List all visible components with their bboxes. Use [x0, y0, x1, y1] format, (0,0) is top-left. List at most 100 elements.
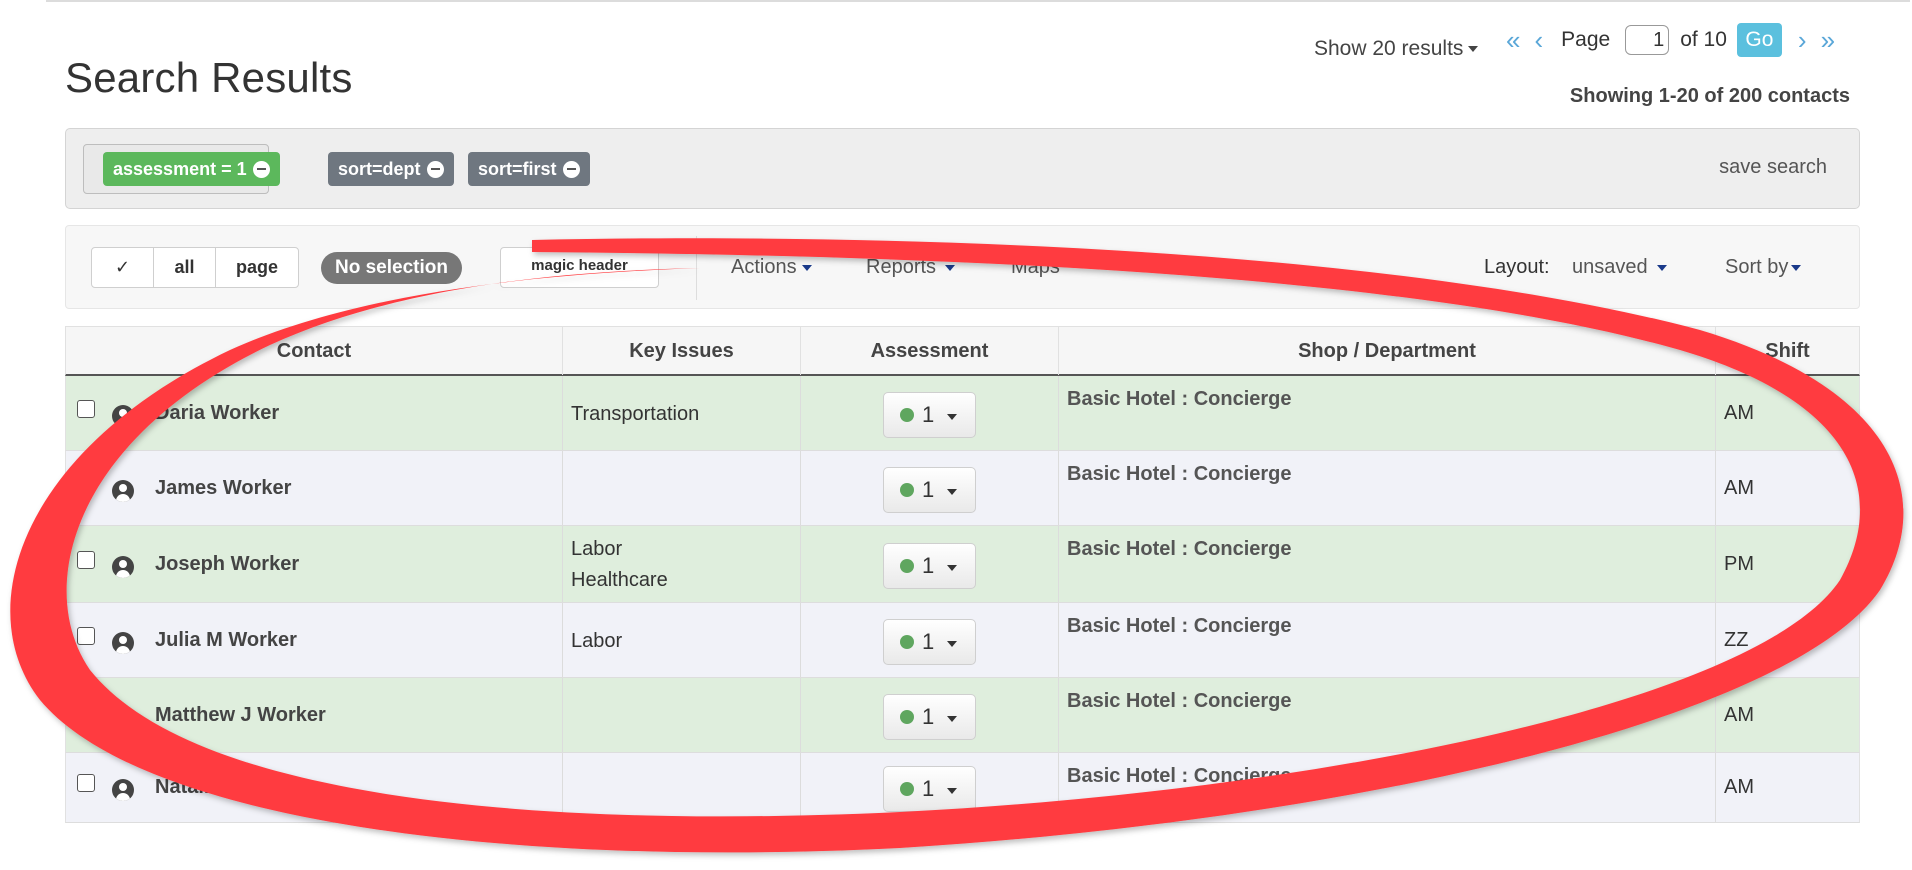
column-header-key-issues[interactable]: Key Issues	[563, 327, 801, 375]
cell-contact: Natalie A	[66, 753, 563, 822]
assessment-value: 1	[922, 402, 935, 427]
row-checkbox[interactable]	[77, 702, 95, 720]
row-checkbox[interactable]	[77, 400, 95, 418]
results-summary: Showing 1-20 of 200 contacts	[1569, 85, 1850, 107]
filter-bar: assessment = 1 sort=dept sort=first save…	[65, 128, 1860, 209]
last-page-icon[interactable]: »	[1821, 27, 1835, 53]
key-issue: Healthcare	[571, 569, 668, 591]
cell-assessment: 1	[801, 753, 1059, 822]
first-page-icon[interactable]: «	[1506, 27, 1520, 53]
shift-value: PM	[1724, 553, 1754, 575]
table-body: Daria Worker Transportation 1 Basic Hotel :…	[65, 376, 1860, 823]
select-page-button[interactable]: page	[216, 248, 298, 287]
select-check-button[interactable]: ✓	[92, 248, 154, 287]
assessment-dropdown[interactable]: 1	[883, 694, 976, 740]
table-row[interactable]: James Worker 1 Basic Hotel : Concierge AM	[65, 451, 1860, 526]
row-checkbox[interactable]	[77, 774, 95, 792]
filter-tag-label: sort=first	[478, 158, 557, 179]
contact-name-link[interactable]: Matthew J Worker	[155, 704, 326, 727]
column-header-shop-department[interactable]: Shop / Department	[1059, 327, 1716, 375]
contact-name-link[interactable]: Julia M Worker	[155, 629, 297, 652]
cell-shop-department: Basic Hotel : Concierge	[1059, 678, 1716, 752]
cell-assessment: 1	[801, 678, 1059, 752]
assessment-dropdown[interactable]: 1	[883, 543, 976, 589]
column-header-shift[interactable]: Shift	[1716, 327, 1859, 375]
table-row[interactable]: Natalie A 1 Basic Hotel : Concierge AM	[65, 753, 1860, 823]
department-name: Basic Hotel : Concierge	[1067, 388, 1292, 410]
actions-menu[interactable]: Actions	[731, 256, 812, 279]
table-row[interactable]: Matthew J Worker 1 Basic Hotel : Concierge…	[65, 678, 1860, 753]
remove-filter-icon[interactable]	[426, 160, 444, 178]
filter-tag-assessment[interactable]: assessment = 1	[103, 152, 280, 186]
chevron-down-icon	[947, 413, 958, 420]
chevron-down-icon	[1468, 46, 1479, 53]
contact-name-link[interactable]: Joseph Worker	[155, 553, 299, 576]
table-row[interactable]: Joseph Worker Labor Healthcare 1 Basic Hotel…	[65, 526, 1860, 603]
previous-page-icon[interactable]: ‹	[1534, 27, 1543, 53]
assessment-value: 1	[922, 776, 935, 801]
table-row[interactable]: Julia M Worker Labor 1 Basic Hotel : Concie…	[65, 603, 1860, 678]
show-results-dropdown[interactable]: Show 20 results	[1314, 37, 1479, 61]
key-issue: Labor	[571, 538, 623, 560]
page-label: Page	[1561, 28, 1611, 51]
toolbar-divider	[696, 236, 697, 300]
layout-dropdown[interactable]: unsaved	[1572, 256, 1667, 279]
contact-name-link[interactable]: Natalie A	[155, 776, 240, 799]
column-header-assessment[interactable]: Assessment	[801, 327, 1059, 375]
filter-tag-sort-first[interactable]: sort=first	[468, 152, 590, 186]
maps-menu[interactable]: Maps	[1011, 256, 1060, 279]
assessment-dropdown[interactable]: 1	[883, 619, 976, 665]
cell-contact: James Worker	[66, 451, 563, 525]
status-dot-icon	[900, 483, 914, 497]
status-dot-icon	[900, 408, 914, 422]
contact-name-link[interactable]: Daria Worker	[155, 402, 279, 425]
next-page-icon[interactable]: ›	[1798, 27, 1807, 53]
pagination: « ‹ Page of 10 Go › »	[1506, 22, 1835, 58]
filter-tag-sort-dept[interactable]: sort=dept	[328, 152, 454, 186]
assessment-dropdown[interactable]: 1	[883, 766, 976, 812]
assessment-dropdown[interactable]: 1	[883, 392, 976, 438]
person-icon	[112, 779, 134, 801]
shift-value: AM	[1724, 402, 1754, 424]
cell-key-issues: Transportation	[563, 376, 801, 450]
page-count-label: of 10	[1680, 28, 1727, 51]
assessment-dropdown[interactable]: 1	[883, 467, 976, 513]
cell-shop-department: Basic Hotel : Concierge	[1059, 376, 1716, 450]
table-row[interactable]: Daria Worker Transportation 1 Basic Hotel :…	[65, 376, 1860, 451]
status-dot-icon	[900, 559, 914, 573]
selection-status-badge: No selection	[321, 252, 462, 284]
cell-shift: AM	[1716, 376, 1859, 450]
row-checkbox[interactable]	[77, 551, 95, 569]
remove-filter-icon[interactable]	[252, 160, 270, 178]
sort-by-dropdown[interactable]: Sort by	[1725, 256, 1802, 279]
row-checkbox[interactable]	[77, 475, 95, 493]
results-toolbar: ✓ all page No selection magic header Act…	[65, 225, 1860, 309]
magic-header-button[interactable]: magic header	[500, 247, 659, 288]
shift-value: AM	[1724, 704, 1754, 726]
shift-value: AM	[1724, 477, 1754, 499]
save-search-link[interactable]: save search	[1719, 156, 1827, 179]
chevron-down-icon	[801, 264, 812, 271]
cell-assessment: 1	[801, 376, 1059, 450]
reports-menu[interactable]: Reports	[866, 256, 956, 279]
cell-contact: Daria Worker	[66, 376, 563, 450]
row-checkbox[interactable]	[77, 627, 95, 645]
chevron-down-icon	[945, 264, 956, 271]
assessment-value: 1	[922, 704, 935, 729]
chevron-down-icon	[947, 564, 958, 571]
department-name: Basic Hotel : Concierge	[1067, 690, 1292, 712]
sort-by-label: Sort by	[1725, 256, 1789, 278]
actions-label: Actions	[731, 256, 797, 278]
department-name: Basic Hotel : Concierge	[1067, 615, 1292, 637]
cell-shift: PM	[1716, 526, 1859, 602]
select-all-button[interactable]: all	[154, 248, 216, 287]
contact-name-link[interactable]: James Worker	[155, 477, 291, 500]
page-number-input[interactable]	[1625, 25, 1670, 55]
key-issue: Transportation	[571, 402, 700, 425]
selection-button-group: ✓ all page	[91, 247, 299, 288]
cell-contact: Joseph Worker	[66, 526, 563, 602]
cell-shift: AM	[1716, 678, 1859, 752]
go-button[interactable]: Go	[1736, 23, 1782, 57]
remove-filter-icon[interactable]	[562, 160, 580, 178]
column-header-contact[interactable]: Contact	[66, 327, 563, 375]
